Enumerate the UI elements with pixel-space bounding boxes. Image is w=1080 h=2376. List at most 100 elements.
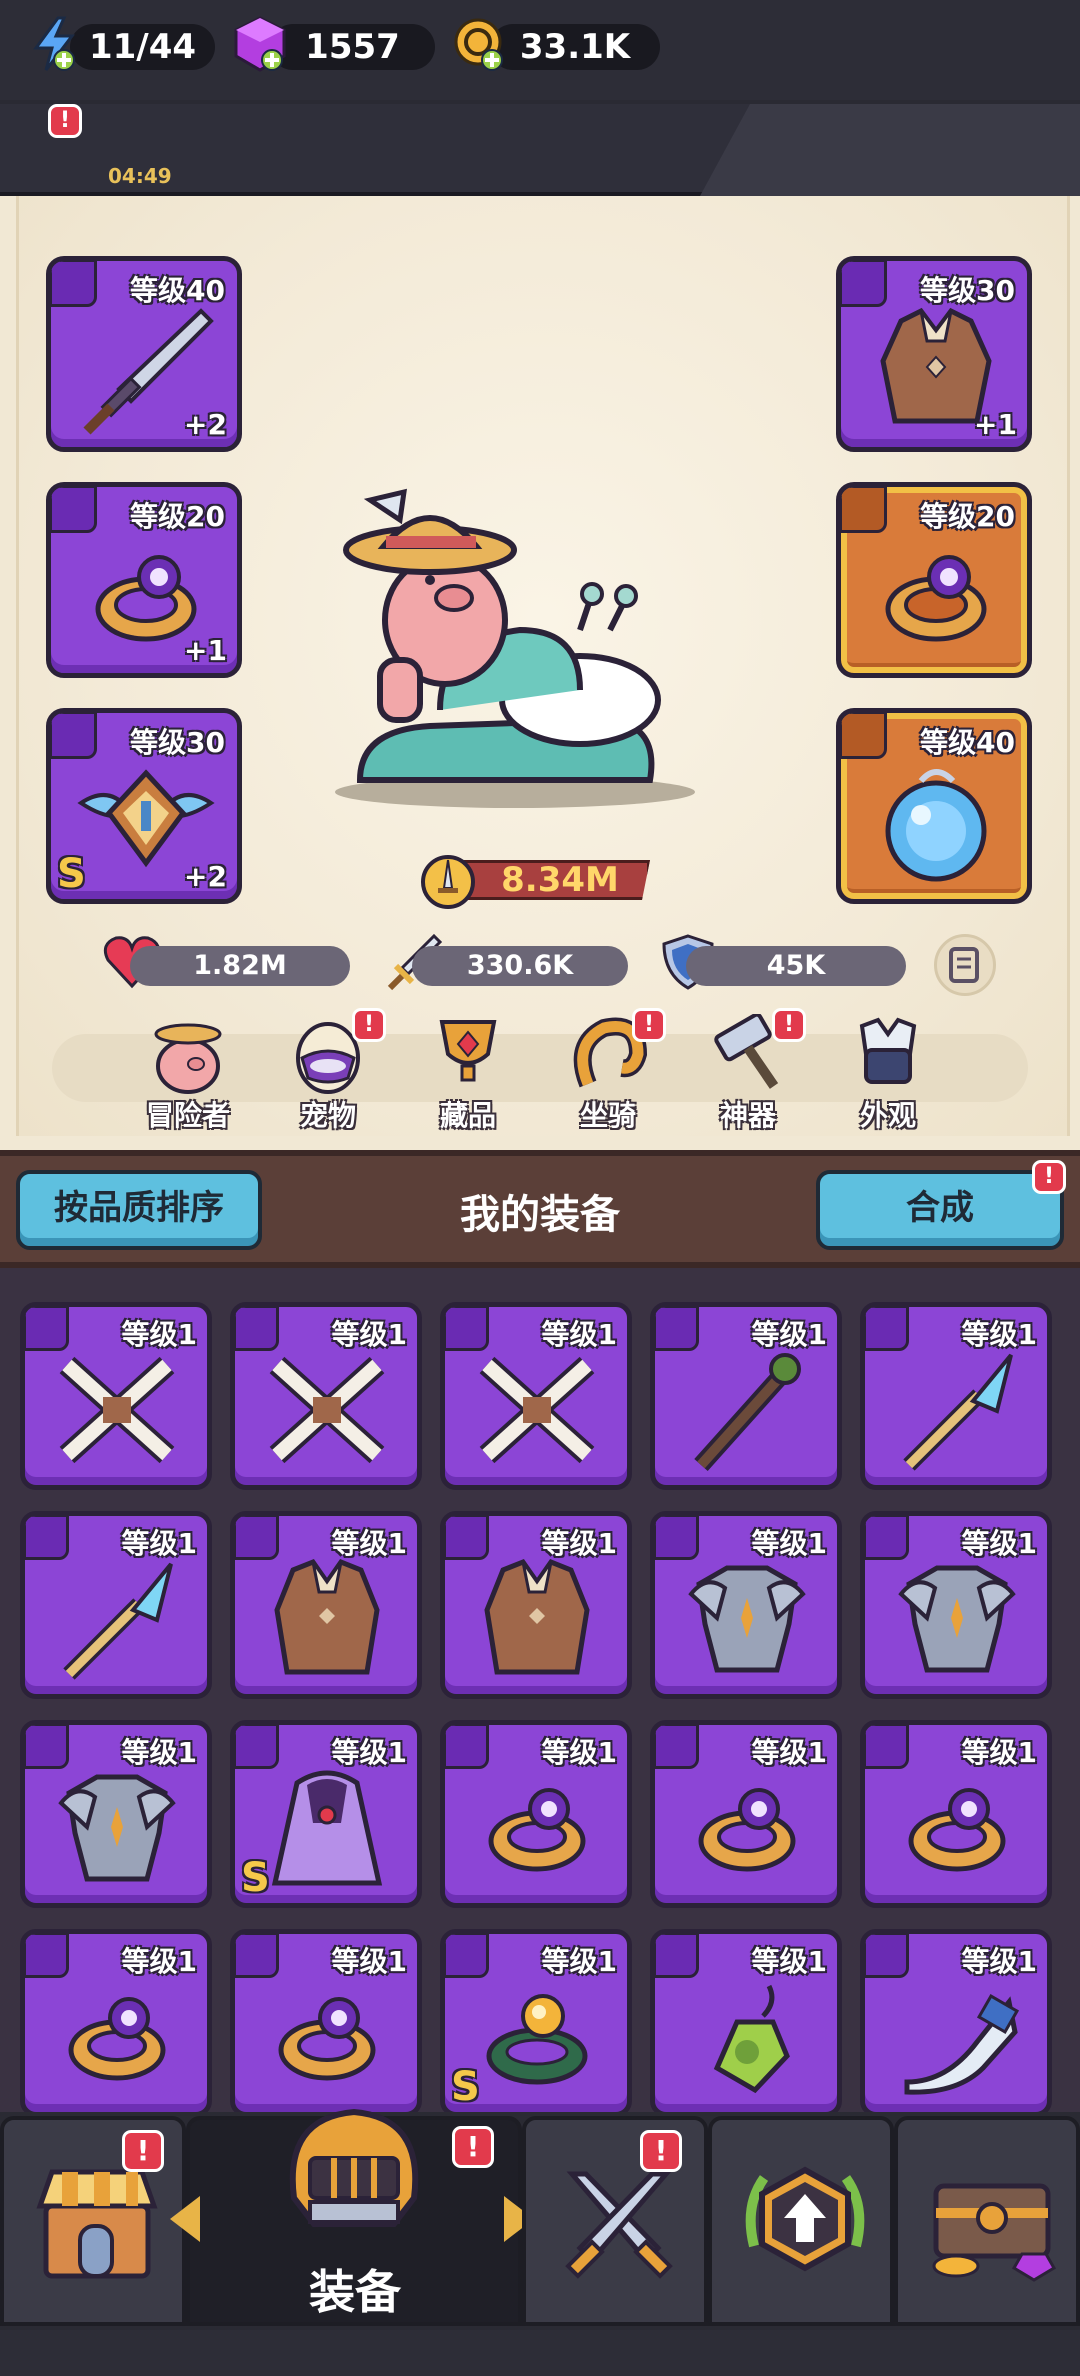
- details-list-icon: [949, 947, 979, 983]
- category-label: 宠物: [299, 1099, 356, 1132]
- inventory-item[interactable]: 等级1 S: [230, 1720, 422, 1908]
- ring-type-icon: [841, 487, 887, 533]
- inventory-item[interactable]: 等级1: [860, 1302, 1052, 1490]
- inventory-item[interactable]: 等级1: [650, 1720, 842, 1908]
- artifact-alert-badge: !: [772, 1008, 806, 1042]
- category-label: 冒险者: [145, 1099, 230, 1132]
- item-level: 等级1: [331, 1736, 407, 1769]
- inventory-item[interactable]: 等级1: [650, 1929, 842, 2117]
- power-value: 8.34M: [501, 860, 619, 900]
- details-button[interactable]: [934, 934, 996, 996]
- item-level: 等级1: [961, 1527, 1037, 1560]
- ring-icon: [698, 1788, 796, 1872]
- inventory-item[interactable]: 等级1: [20, 1511, 212, 1699]
- inventory-item[interactable]: 等级1: [440, 1302, 632, 1490]
- coin-counter[interactable]: 33.1K: [490, 24, 660, 70]
- power-sword-icon: [421, 855, 475, 909]
- merge-alert-badge: !: [1032, 1160, 1066, 1194]
- inventory-item[interactable]: 等级1: [20, 1720, 212, 1908]
- category-collection[interactable]: 藏品: [408, 1014, 528, 1134]
- inventory-item[interactable]: 等级1: [230, 1511, 422, 1699]
- jade-ring-icon: [486, 1994, 588, 2085]
- energy-alert-badge: !: [48, 104, 82, 138]
- treasure-chest-icon: [932, 2183, 1057, 2282]
- ice-wand-icon: [63, 1562, 173, 1680]
- item-level: 等级1: [121, 1736, 197, 1769]
- category-adventurer[interactable]: 冒险者: [128, 1014, 248, 1134]
- inventory-item[interactable]: 等级1 S: [440, 1929, 632, 2117]
- attack-value: 330.6K: [466, 950, 574, 981]
- gem-counter[interactable]: 1557: [270, 24, 435, 70]
- inventory-item[interactable]: 等级1: [440, 1511, 632, 1699]
- energy-counter[interactable]: 11/44: [70, 24, 215, 70]
- crossed-bones-icon: [59, 1356, 175, 1464]
- upgrade-arrow-icon: [745, 2166, 865, 2272]
- combat-power: 8.34M: [420, 854, 650, 909]
- equipped-ring2-slot[interactable]: 等级20: [836, 482, 1032, 678]
- crossed-bones-icon: [479, 1356, 595, 1464]
- coin-icon[interactable]: [450, 14, 510, 74]
- system-nav-bar: [0, 2330, 1080, 2376]
- hp-value: 1.82M: [193, 950, 287, 981]
- ice-wand-icon: [903, 1353, 1013, 1471]
- item-level: 等级1: [751, 1527, 827, 1560]
- shop-alert-badge: !: [122, 2130, 164, 2172]
- mount-alert-badge: !: [632, 1008, 666, 1042]
- inventory-item[interactable]: 等级1: [650, 1302, 842, 1490]
- leather-vest-icon: [484, 1558, 590, 1675]
- category-appearance[interactable]: 外观: [828, 1014, 948, 1134]
- item-level: 等级1: [121, 1945, 197, 1978]
- inventory-item[interactable]: 等级1: [230, 1929, 422, 2117]
- inventory-item[interactable]: 等级1: [230, 1302, 422, 1490]
- nav-upgrade-tab[interactable]: [708, 2116, 894, 2326]
- inventory-item[interactable]: 等级1: [860, 1511, 1052, 1699]
- inventory-item[interactable]: 等级1: [650, 1511, 842, 1699]
- nav-treasure-tab[interactable]: [894, 2116, 1080, 2326]
- category-label: 藏品: [439, 1099, 496, 1132]
- item-level: 等级1: [961, 1736, 1037, 1769]
- armor-type-icon: [841, 261, 887, 307]
- inventory-item[interactable]: 等级1: [20, 1929, 212, 2117]
- attack-stat: 330.6K: [412, 946, 628, 986]
- equipped-ring-slot[interactable]: 等级20 +1: [46, 482, 242, 678]
- rank-badge: S: [241, 1855, 270, 1901]
- equipped-amulet-slot[interactable]: 等级30 S +2: [46, 708, 242, 904]
- energy-icon[interactable]: [24, 14, 84, 74]
- horn-icon: [904, 1994, 1020, 2095]
- slot-plus: +1: [184, 634, 227, 667]
- rank-badge: S: [451, 2064, 480, 2110]
- ring-icon: [908, 1788, 1006, 1872]
- rank-badge: S: [57, 851, 86, 897]
- inventory-item[interactable]: 等级1: [20, 1302, 212, 1490]
- defense-stat: 45K: [686, 946, 906, 986]
- inventory-item[interactable]: 等级1: [860, 1929, 1052, 2117]
- gem-icon[interactable]: [230, 14, 290, 74]
- item-level: 等级1: [331, 1945, 407, 1978]
- plate-armor-icon: [688, 1565, 806, 1673]
- category-label: 坐骑: [579, 1099, 636, 1132]
- battle-alert-badge: !: [640, 2130, 682, 2172]
- inventory-item[interactable]: 等级1: [860, 1720, 1052, 1908]
- inventory-item[interactable]: 等级1: [440, 1720, 632, 1908]
- item-level: 等级1: [751, 1318, 827, 1351]
- plate-armor-icon: [898, 1565, 1016, 1673]
- item-level: 等级1: [961, 1318, 1037, 1351]
- equipped-weapon-slot[interactable]: 等级40 +2: [46, 256, 242, 452]
- wooden-staff-icon: [694, 1353, 801, 1472]
- slot-plus: +2: [184, 408, 227, 441]
- equipped-armor-slot[interactable]: 等级30 +1: [836, 256, 1032, 452]
- equipped-orb-slot[interactable]: 等级40: [836, 708, 1032, 904]
- pet-alert-badge: !: [352, 1008, 386, 1042]
- ring-icon: [68, 1997, 166, 2081]
- leather-vest-icon: [274, 1558, 380, 1675]
- crossed-swords-icon: [565, 2171, 673, 2279]
- item-level: 等级1: [121, 1527, 197, 1560]
- crossed-bones-icon: [269, 1356, 385, 1464]
- ring-icon: [488, 1788, 586, 1872]
- merge-button[interactable]: 合成: [816, 1170, 1064, 1250]
- nav-active-label: 装备: [309, 2265, 401, 2319]
- amulet-type-icon: [841, 713, 887, 759]
- equipment-alert-badge: !: [452, 2126, 494, 2168]
- item-level: 等级1: [121, 1318, 197, 1351]
- item-level: 等级1: [751, 1736, 827, 1769]
